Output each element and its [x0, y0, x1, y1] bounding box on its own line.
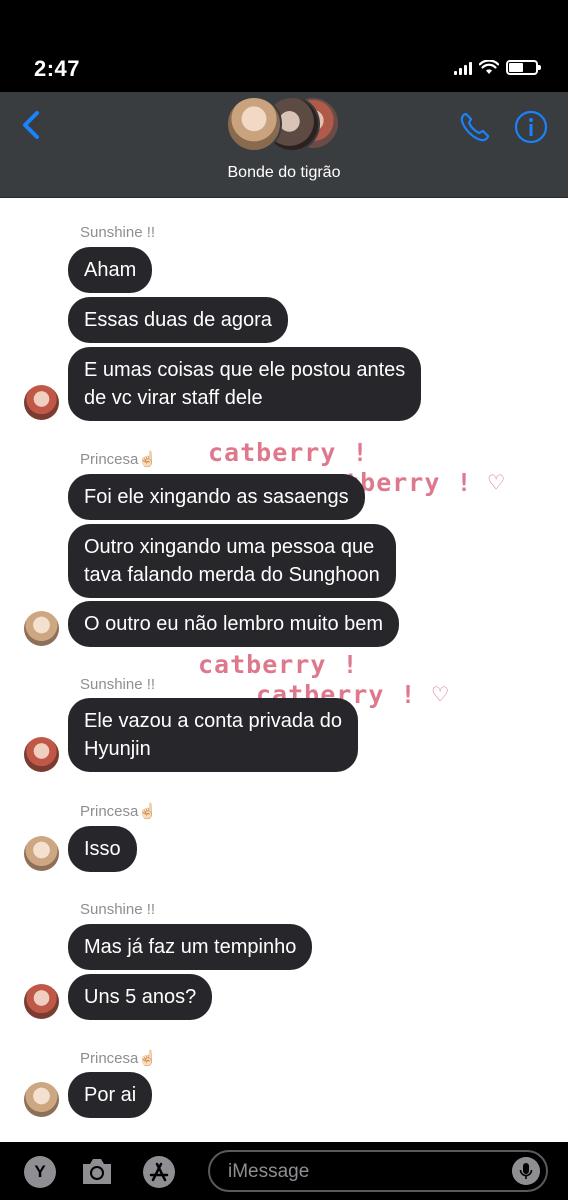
- sender-name: Sunshine !!: [80, 901, 156, 918]
- message-bubble[interactable]: Uns 5 anos?: [68, 974, 213, 1020]
- sender-name: Sunshine !!: [80, 224, 156, 241]
- message-bubble[interactable]: Outro xingando uma pessoa que tava falan…: [68, 524, 396, 598]
- phone-icon[interactable]: [458, 110, 492, 144]
- message-input[interactable]: iMessage: [208, 1150, 548, 1192]
- status-time: 2:47: [34, 56, 81, 81]
- compose-bar: Y iMessage: [0, 1142, 568, 1200]
- message-bubble[interactable]: Mas já faz um tempinho: [68, 924, 313, 970]
- message-thread[interactable]: catberry ! catberry ! ♡ catberry ! catbe…: [0, 198, 568, 1142]
- memoji-app-button[interactable]: Y: [24, 1156, 56, 1188]
- group-avatar: [226, 96, 282, 152]
- message-bubble[interactable]: Por ai: [68, 1072, 153, 1118]
- back-chevron-icon[interactable]: [18, 110, 48, 140]
- message-bubble[interactable]: E umas coisas que ele postou antes de vc…: [68, 347, 422, 421]
- status-icons: [454, 60, 541, 75]
- message-bubble[interactable]: Isso: [68, 826, 137, 872]
- battery-icon: [506, 60, 541, 75]
- sender-name: Princesa☝🏻: [80, 451, 158, 468]
- cellular-signal-icon: [454, 62, 472, 75]
- sender-name: Sunshine !!: [80, 676, 156, 693]
- message-bubble[interactable]: O outro eu não lembro muito bem: [68, 601, 400, 647]
- message-bubble[interactable]: Ele vazou a conta privada do Hyunjin: [68, 698, 358, 772]
- sender-avatar[interactable]: [24, 1082, 59, 1117]
- sender-avatar[interactable]: [24, 984, 59, 1019]
- sticker-text: catberry !: [208, 438, 369, 467]
- status-bar: 2:47: [0, 0, 568, 92]
- sender-avatar[interactable]: [24, 737, 59, 772]
- sticker-text: catberry !: [198, 650, 359, 679]
- info-icon[interactable]: [514, 110, 548, 144]
- wifi-icon: [479, 60, 499, 74]
- camera-icon[interactable]: [80, 1156, 114, 1186]
- group-avatars[interactable]: [226, 96, 346, 154]
- conversation-header: Bonde do tigrão: [0, 92, 568, 198]
- message-bubble[interactable]: Aham: [68, 247, 153, 293]
- message-input-placeholder: iMessage: [228, 1161, 310, 1182]
- message-bubble[interactable]: Foi ele xingando as sasaengs: [68, 474, 365, 520]
- sender-avatar[interactable]: [24, 836, 59, 871]
- sender-name: Princesa☝🏻: [80, 1050, 158, 1067]
- sender-avatar[interactable]: [24, 611, 59, 646]
- microphone-icon[interactable]: [512, 1157, 540, 1185]
- group-name[interactable]: Bonde do tigrão: [0, 164, 568, 182]
- sender-avatar[interactable]: [24, 385, 59, 420]
- sender-name: Princesa☝🏻: [80, 803, 158, 820]
- message-bubble[interactable]: Essas duas de agora: [68, 297, 288, 343]
- appstore-icon[interactable]: [142, 1155, 176, 1189]
